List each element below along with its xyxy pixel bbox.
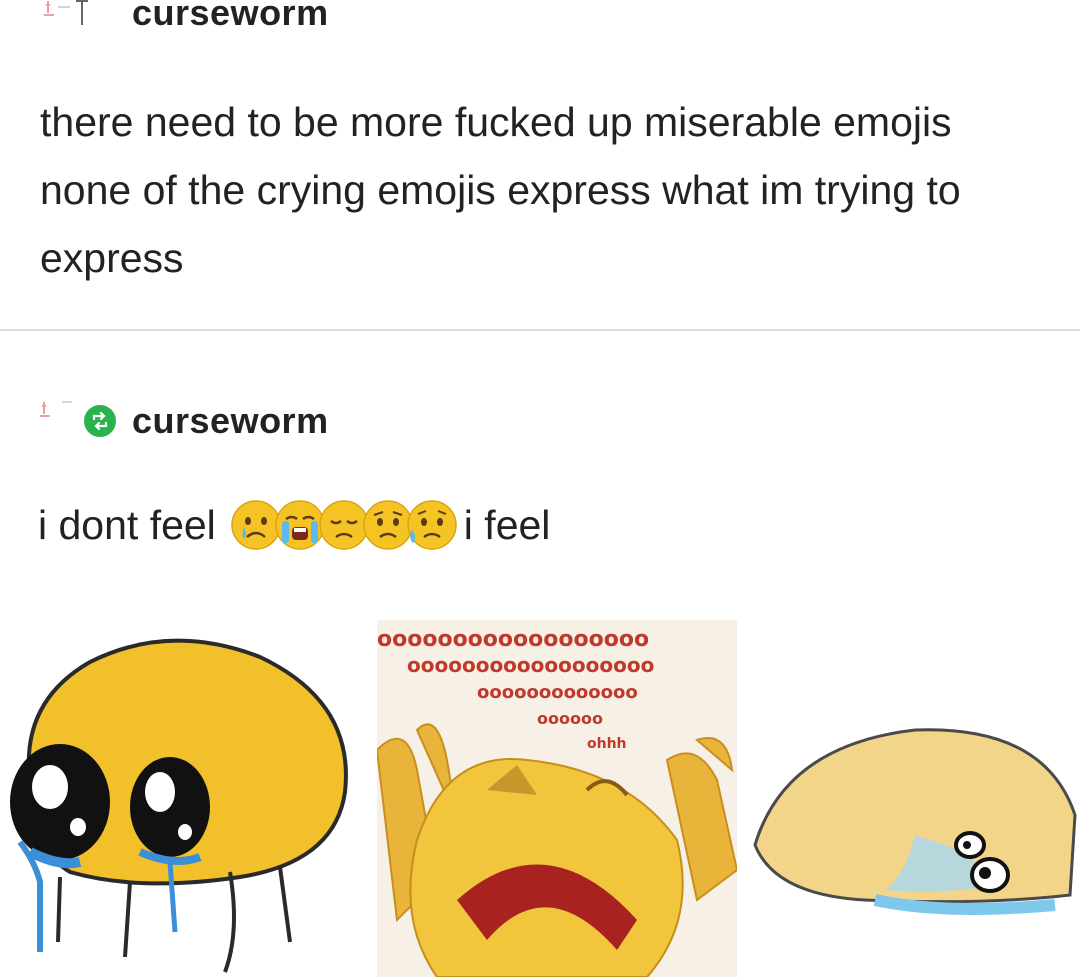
post-header: curseworm — [36, 0, 329, 34]
post-divider — [0, 329, 1080, 331]
emoji-row — [231, 499, 457, 551]
reblog-username[interactable]: curseworm — [132, 400, 329, 442]
feel-line: i dont feel i feel — [38, 495, 550, 555]
feel-suffix: i feel — [463, 501, 551, 548]
reblog-header: curseworm — [36, 396, 329, 446]
sad-but-relieved-face-icon — [407, 500, 457, 550]
svg-text:ohhh: ohhh — [587, 736, 627, 752]
avatar[interactable] — [36, 396, 119, 446]
reblog-icon — [92, 411, 108, 431]
melted-blob-image — [745, 705, 1080, 977]
svg-text:oooooo: oooooo — [537, 709, 603, 728]
svg-text:oooooooooooooooooo: oooooooooooooooooo — [377, 627, 649, 652]
crying-blob-image — [0, 612, 365, 977]
reblog-badge — [81, 402, 119, 440]
avatar-icon — [44, 0, 88, 25]
post-username[interactable]: curseworm — [132, 0, 329, 34]
svg-text:oooooooooooooooooo: oooooooooooooooooo — [407, 653, 654, 677]
post-body-text: there need to be more fucked up miserabl… — [40, 99, 961, 281]
feel-prefix: i dont feel — [38, 501, 216, 548]
sobbing-emoji-image: oooooooooooooooooo oooooooooooooooooo oo… — [377, 620, 737, 977]
svg-text:ooooooooooooo: ooooooooooooo — [477, 682, 638, 703]
avatar[interactable] — [36, 0, 92, 31]
